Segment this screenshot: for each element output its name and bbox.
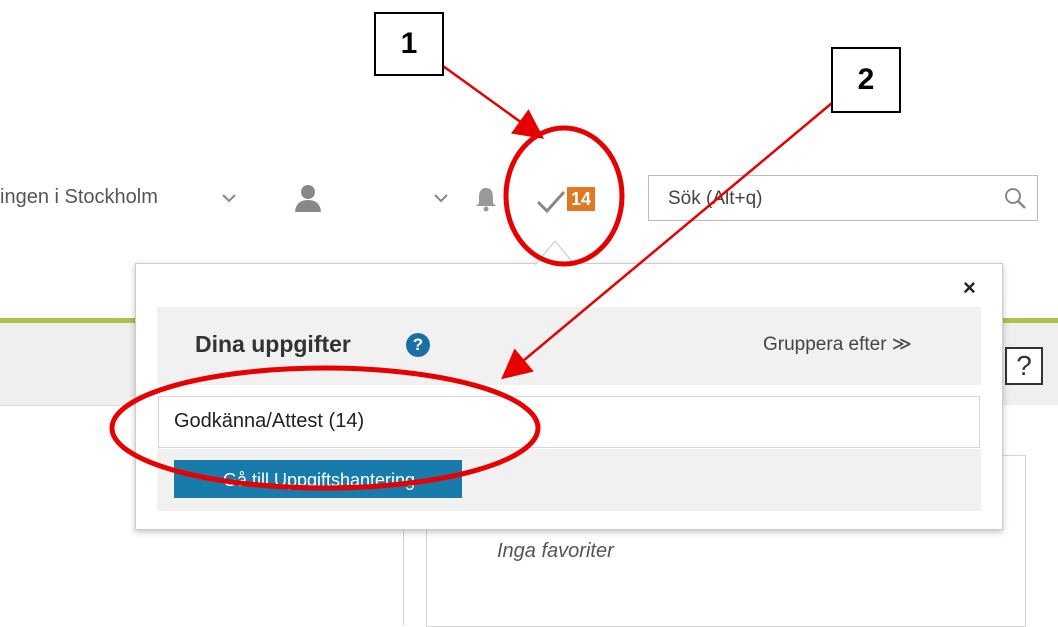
arrow-2 bbox=[501, 97, 839, 380]
callout-2: 2 bbox=[831, 47, 901, 113]
circle-tasks-badge bbox=[503, 125, 625, 267]
callout-1: 1 bbox=[374, 12, 444, 76]
circle-task-row bbox=[109, 365, 541, 491]
arrow-1 bbox=[442, 64, 545, 139]
